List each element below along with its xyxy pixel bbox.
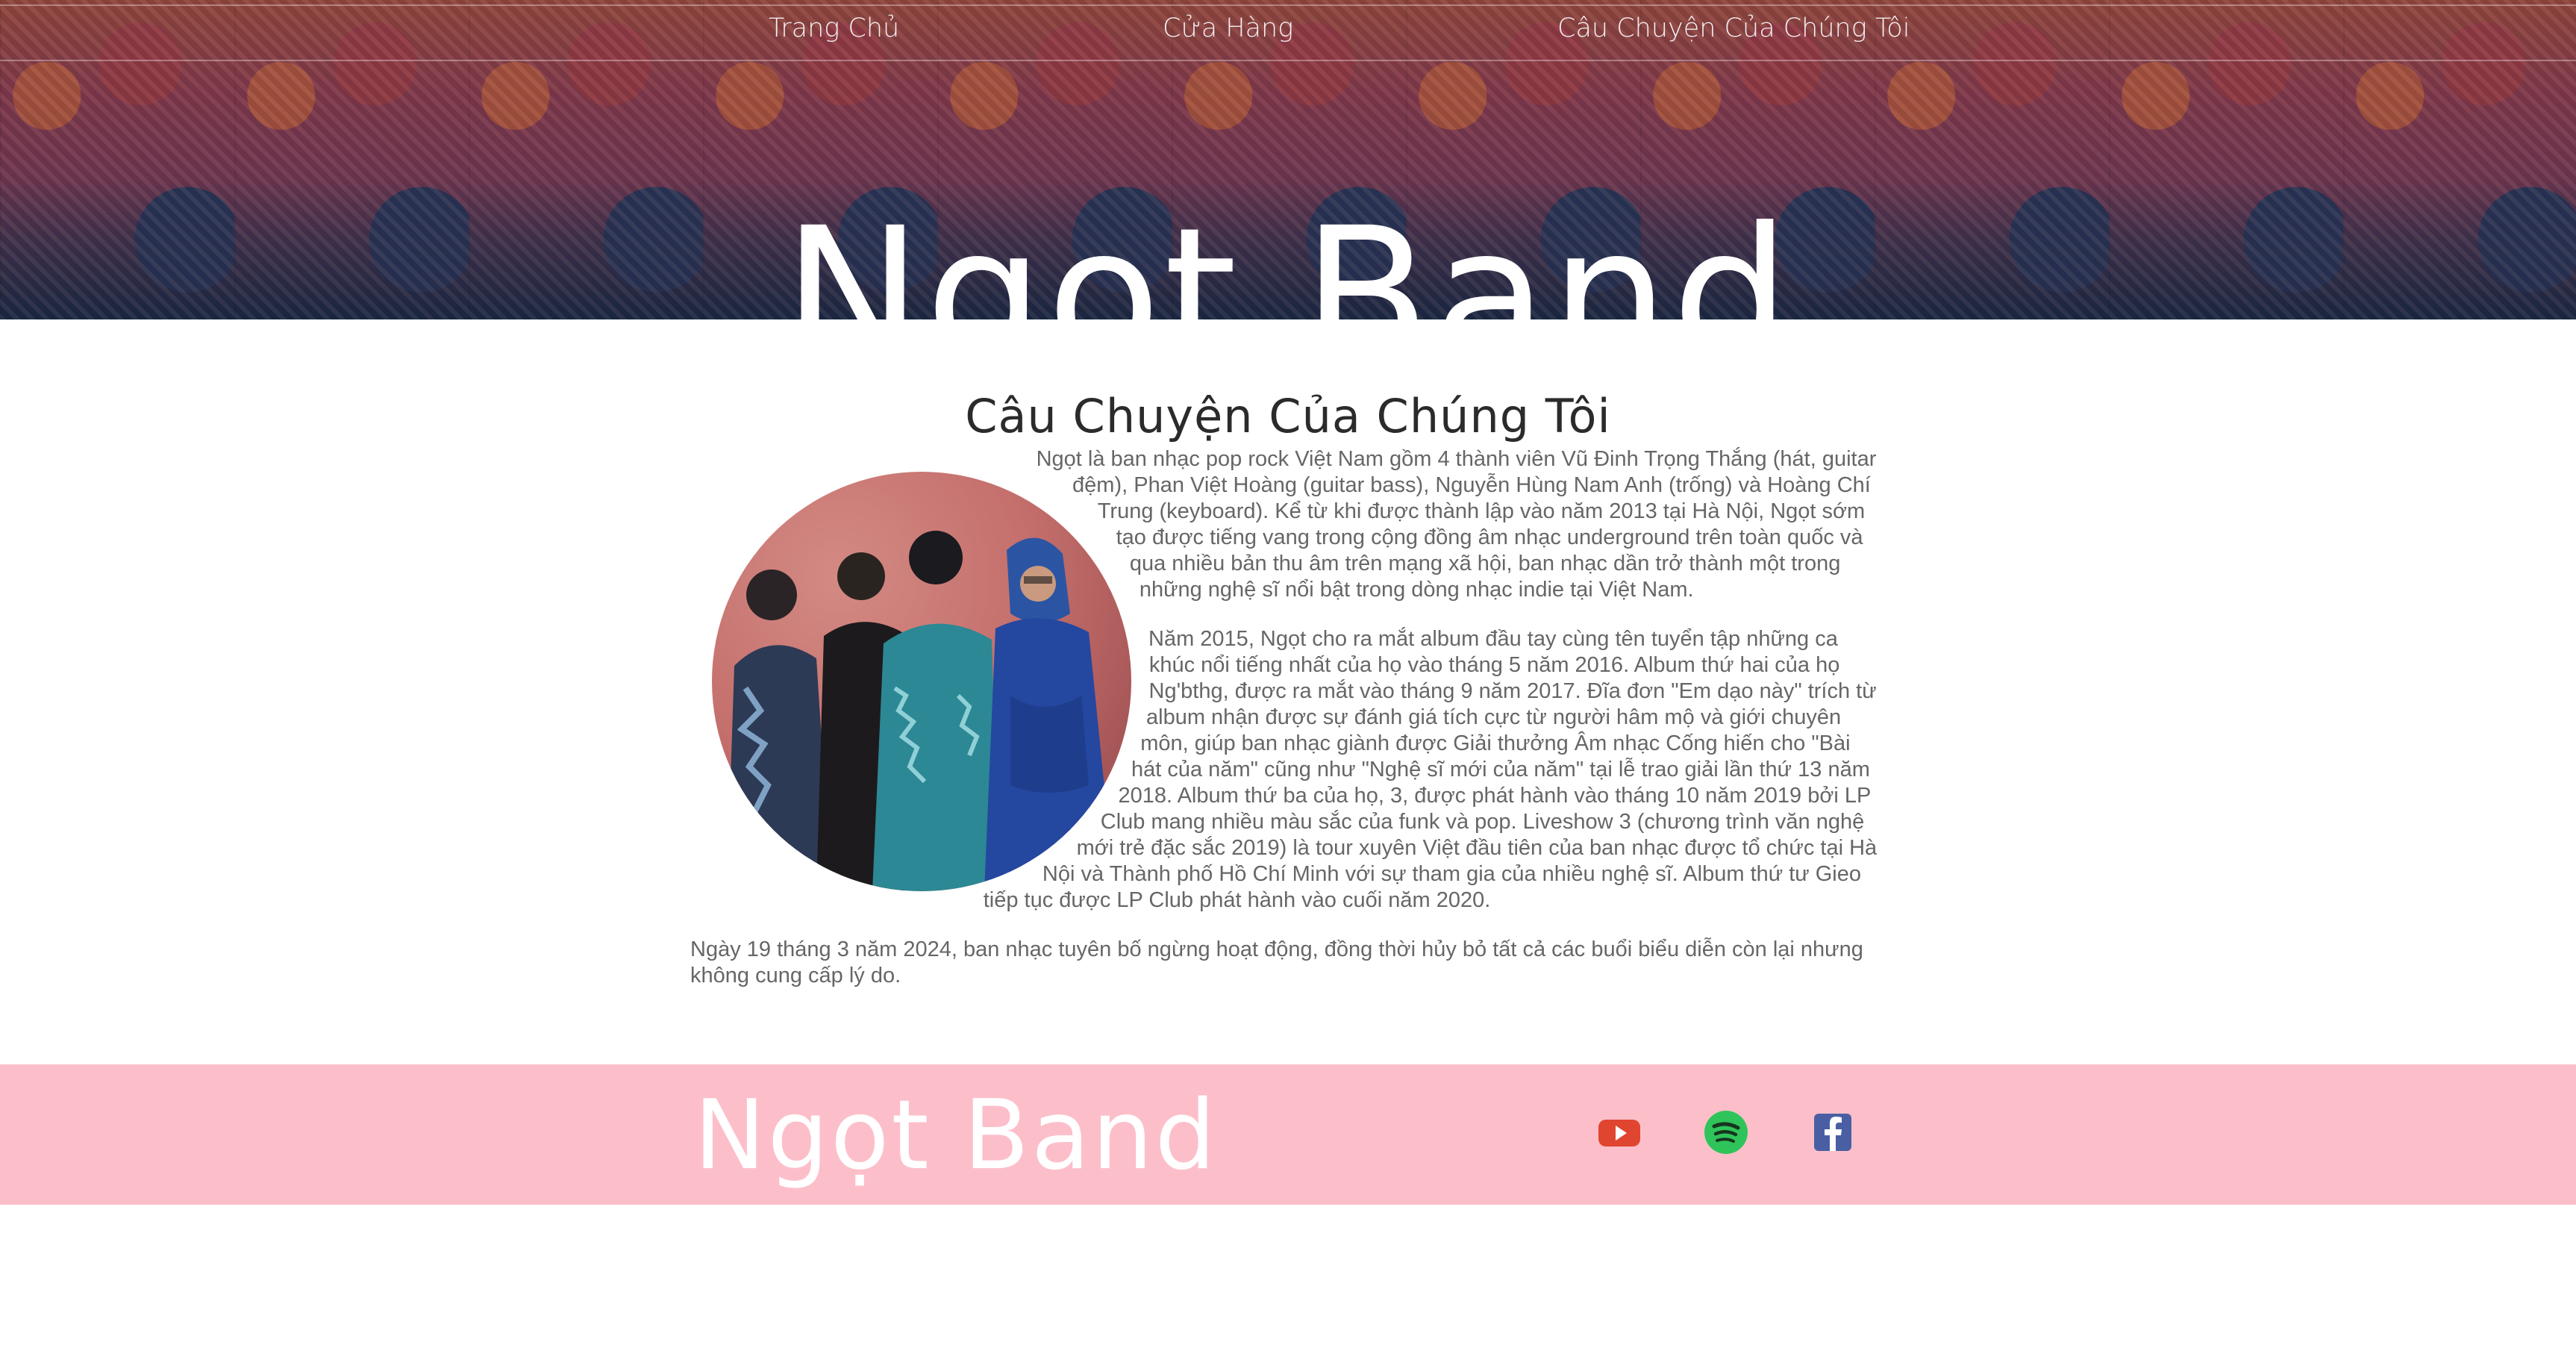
facebook-icon[interactable] (1810, 1109, 1856, 1155)
band-photo-illustration (727, 531, 1115, 891)
main-nav: Trang Chủ Cửa Hàng Câu Chuyện Của Chúng … (0, 0, 2576, 63)
nav-item-home[interactable]: Trang Chủ (769, 13, 899, 43)
hero-title: Ngọt Band (783, 187, 1793, 319)
nav-item-shop[interactable]: Cửa Hàng (1163, 13, 1293, 43)
band-photo (712, 472, 1131, 891)
footer-brand: Ngọt Band (694, 1080, 1218, 1191)
nav-item-our-story[interactable]: Câu Chuyện Của Chúng Tôi (1557, 13, 1910, 43)
hero-banner: Trang Chủ Cửa Hàng Câu Chuyện Của Chúng … (0, 0, 2576, 319)
youtube-icon[interactable] (1596, 1109, 1642, 1155)
story-paragraph-3: Ngày 19 tháng 3 năm 2024, ban nhạc tuyên… (690, 937, 1863, 988)
story-content: Ngọt là ban nhạc pop rock Việt Nam gồm 4… (690, 446, 1884, 1012)
story-heading: Câu Chuyện Của Chúng Tôi (965, 389, 1611, 444)
page: Trang Chủ Cửa Hàng Câu Chuyện Của Chúng … (0, 0, 2576, 1354)
footer: Ngọt Band (0, 1064, 2576, 1205)
spotify-icon[interactable] (1703, 1109, 1749, 1155)
